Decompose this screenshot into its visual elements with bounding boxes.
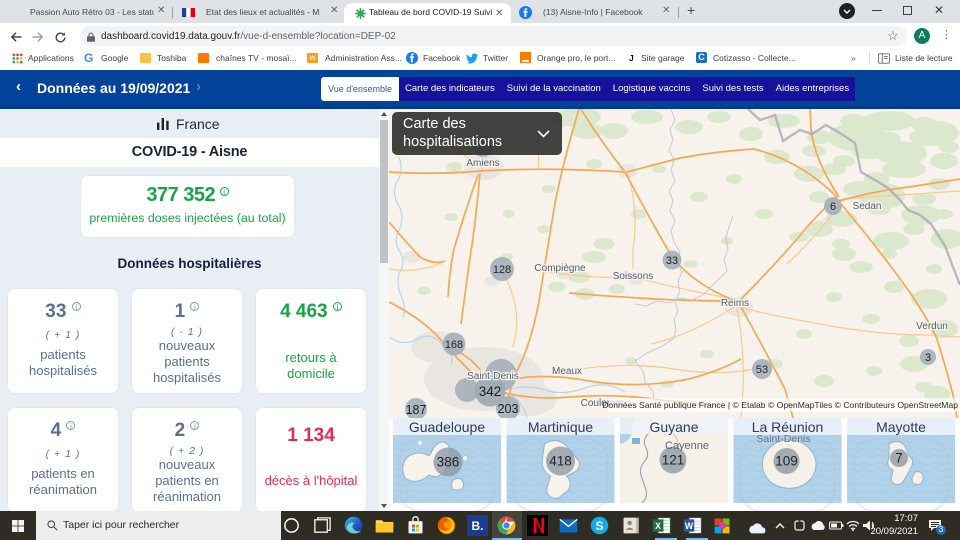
- svg-text:Mayotte: Mayotte: [876, 419, 926, 435]
- svg-text:Reims: Reims: [721, 298, 749, 309]
- svg-text:418: 418: [549, 454, 572, 469]
- svg-text:203: 203: [498, 402, 519, 416]
- svg-text:109: 109: [775, 454, 798, 469]
- svg-text:X: X: [655, 521, 661, 531]
- svg-text:W: W: [685, 521, 694, 531]
- svg-text:S: S: [595, 519, 603, 533]
- svg-text:33: 33: [666, 255, 678, 267]
- svg-text:Saint-Denis: Saint-Denis: [756, 433, 810, 445]
- svg-text:7: 7: [895, 451, 903, 466]
- svg-text:Compiègne: Compiègne: [534, 263, 586, 274]
- svg-text:Guadeloupe: Guadeloupe: [409, 419, 486, 435]
- svg-text:121: 121: [662, 453, 685, 468]
- svg-text:386: 386: [437, 455, 460, 470]
- svg-text:342: 342: [479, 384, 502, 399]
- svg-text:Saint-Denis: Saint-Denis: [467, 371, 519, 382]
- svg-text:Meaux: Meaux: [552, 366, 582, 377]
- svg-text:Guyane: Guyane: [649, 419, 698, 435]
- svg-text:6: 6: [830, 201, 836, 213]
- svg-text:168: 168: [445, 339, 463, 351]
- svg-text:128: 128: [493, 264, 511, 276]
- svg-text:53: 53: [756, 364, 768, 376]
- svg-text:Martinique: Martinique: [528, 419, 594, 435]
- svg-text:3: 3: [925, 352, 931, 364]
- svg-text:Verdun: Verdun: [916, 321, 948, 332]
- svg-text:Amiens: Amiens: [466, 158, 499, 169]
- svg-text:Sedan: Sedan: [853, 201, 882, 212]
- svg-text:Données Santé publique France: Données Santé publique France | © Etalab…: [602, 400, 958, 410]
- svg-text:Cayenne: Cayenne: [665, 440, 709, 452]
- svg-text:187: 187: [406, 403, 427, 417]
- svg-text:Soissons: Soissons: [613, 271, 654, 282]
